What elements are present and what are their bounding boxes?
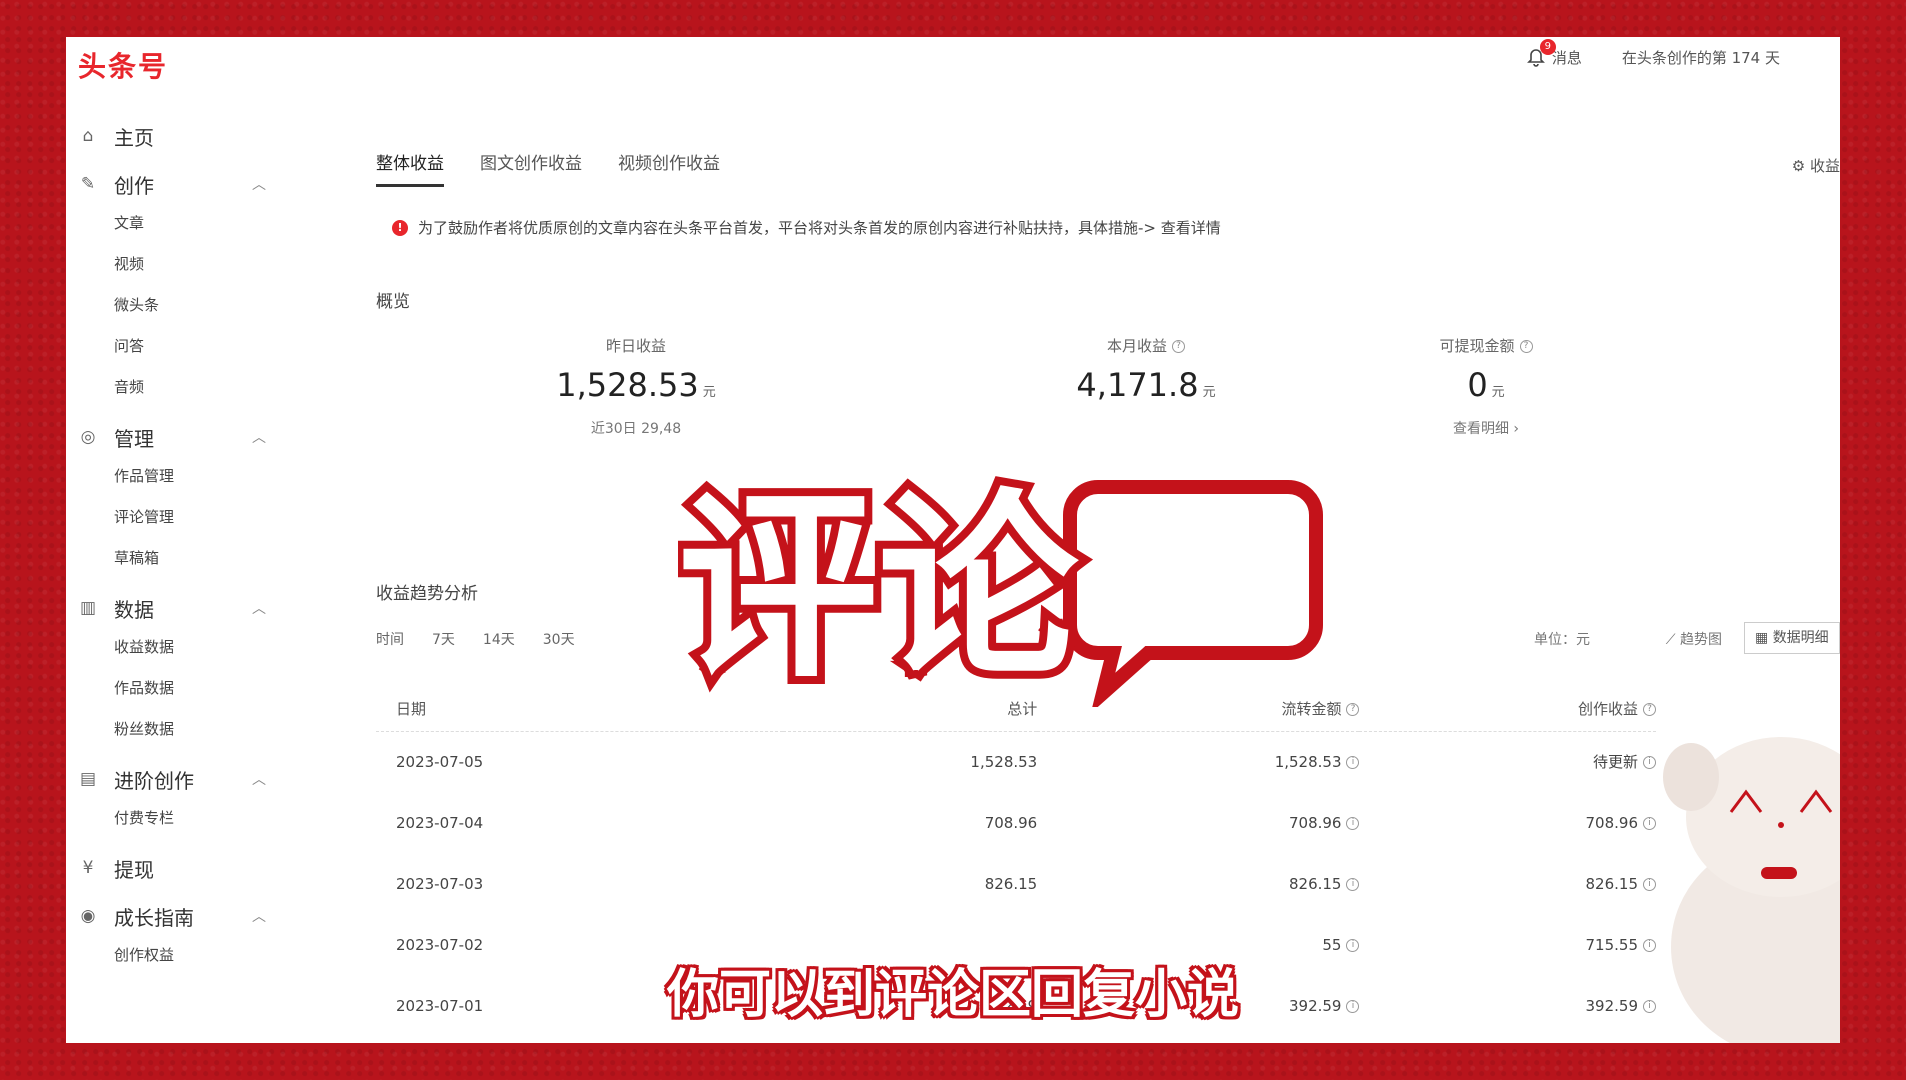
sidebar-item-drafts[interactable]: 草稿箱	[66, 538, 266, 579]
tab-article-income[interactable]: 图文创作收益	[480, 149, 582, 187]
sidebar-item-audio[interactable]: 音频	[66, 367, 266, 408]
table-row: 2023-07-03 826.15 826.15 i 826.15 i	[376, 853, 1656, 914]
manage-icon: ◎	[80, 427, 96, 447]
sidebar-item-article[interactable]: 文章	[66, 203, 266, 244]
chevron-up-icon: ︿	[252, 909, 266, 925]
home-icon: ⌂	[82, 126, 94, 146]
pen-icon: ✎	[80, 174, 96, 194]
col-creation: 创作收益?	[1359, 687, 1656, 732]
info-icon[interactable]: i	[1346, 877, 1360, 891]
unit-label: 单位：元	[1534, 632, 1590, 648]
info-icon[interactable]: i	[1643, 816, 1656, 830]
stat-yesterday: 昨日收益 1,528.53 元 近30日 29,48	[516, 335, 756, 438]
sidebar-item-create[interactable]: ✎ 创作 ︿	[66, 165, 266, 203]
filter-14d[interactable]: 14天	[483, 629, 515, 649]
message-badge: 9	[1539, 39, 1556, 55]
warning-icon: !	[392, 219, 408, 236]
help-icon[interactable]: ?	[1346, 703, 1360, 717]
sidebar-item-works-manage[interactable]: 作品管理	[66, 456, 266, 497]
view-details-link[interactable]: 查看明细 ›	[1366, 418, 1606, 438]
table-row: 2023-07-05 1,528.53 1,528.53 i 待更新 i	[376, 731, 1656, 792]
sidebar-item-withdraw[interactable]: ¥ 提现	[66, 849, 266, 887]
info-icon[interactable]: i	[1346, 816, 1360, 830]
filter-30d[interactable]: 30天	[543, 629, 575, 649]
notice-banner: ! 为了鼓励作者将优质原创的文章内容在头条平台首发，平台将对头条首发的原创内容进…	[392, 217, 1221, 238]
line-chart-icon: ⟋	[1665, 632, 1680, 648]
time-filters: 时间 7天 14天 30天	[376, 629, 575, 649]
sidebar-item-fans-data[interactable]: 粉丝数据	[66, 709, 266, 750]
screen-area: 头条号 9 消息 在头条创作的第 174 天 ⌂ 主页 ✎ 创作 ︿ 文章 视频 微头…	[66, 37, 1840, 1043]
sticker-text: 评论	[678, 472, 1079, 705]
video-subtitle: 你可以到评论区回复小说	[666, 965, 1239, 1025]
info-icon[interactable]: i	[1346, 755, 1360, 769]
filter-label: 时间	[376, 632, 404, 648]
top-bar: 9 消息 在头条创作的第 174 天	[1526, 39, 1780, 68]
messages-button[interactable]: 9 消息	[1526, 39, 1582, 68]
sidebar-item-weitoutiao[interactable]: 微头条	[66, 285, 266, 326]
filter-7d[interactable]: 7天	[432, 629, 455, 649]
income-tabs: 整体收益 图文创作收益 视频创作收益	[376, 149, 720, 187]
sidebar-item-income-data[interactable]: 收益数据	[66, 627, 266, 668]
messages-label: 消息	[1551, 49, 1582, 67]
stat-month: 本月收益? 4,171.8 元	[1076, 337, 1216, 404]
speech-bubble-icon	[1063, 480, 1323, 707]
app-logo: 头条号	[78, 50, 169, 83]
creation-days: 在头条创作的第 174 天	[1621, 49, 1780, 67]
tab-overall-income[interactable]: 整体收益	[376, 149, 444, 187]
sidebar-item-growth[interactable]: ◉ 成长指南 ︿	[66, 897, 266, 935]
coin-icon: ¥	[82, 858, 94, 878]
month-value: 4,171.8	[1076, 366, 1199, 404]
chevron-up-icon: ︿	[252, 772, 266, 788]
growth-icon: ◉	[80, 906, 96, 926]
sidebar-item-qa[interactable]: 问答	[66, 326, 266, 367]
trend-title: 收益趋势分析	[376, 584, 478, 604]
info-icon[interactable]: i	[1643, 877, 1656, 891]
sidebar: ⌂ 主页 ✎ 创作 ︿ 文章 视频 微头条 问答 音频 ◎ 管理 ︿ 作品管理 评论管理 …	[66, 117, 266, 986]
edit-doc-icon: ▤	[79, 769, 97, 789]
trend-chart-button[interactable]: ⟋ 趋势图	[1666, 629, 1722, 649]
sidebar-item-home[interactable]: ⌂ 主页	[66, 117, 266, 155]
income-settings-button[interactable]: ⚙ 收益	[1792, 155, 1840, 176]
sidebar-item-comments-manage[interactable]: 评论管理	[66, 497, 266, 538]
sidebar-item-manage[interactable]: ◎ 管理 ︿	[66, 418, 266, 456]
yesterday-value: 1,528.53	[556, 366, 699, 404]
sidebar-item-advanced[interactable]: ▤ 进阶创作 ︿	[66, 760, 266, 798]
table-icon: ▦	[1755, 630, 1773, 646]
stat-withdrawable: 可提现金额? 0元 查看明细 ›	[1366, 335, 1606, 438]
info-icon[interactable]: i	[1643, 756, 1656, 770]
help-icon[interactable]: ?	[1172, 340, 1185, 353]
sidebar-item-data[interactable]: ▥ 数据 ︿	[66, 589, 266, 627]
sidebar-item-video[interactable]: 视频	[66, 244, 266, 285]
notice-text[interactable]: 为了鼓励作者将优质原创的文章内容在头条平台首发，平台将对头条首发的原创内容进行补…	[418, 217, 1221, 238]
chevron-up-icon: ︿	[252, 601, 266, 617]
tab-video-income[interactable]: 视频创作收益	[618, 149, 720, 187]
chevron-up-icon: ︿	[252, 430, 266, 446]
withdrawable-value: 0	[1467, 366, 1488, 404]
sidebar-item-paid-column[interactable]: 付费专栏	[66, 798, 266, 839]
chevron-up-icon: ︿	[252, 177, 266, 193]
chart-icon: ▥	[79, 598, 97, 618]
help-icon[interactable]: ?	[1519, 340, 1533, 353]
sidebar-item-works-data[interactable]: 作品数据	[66, 668, 266, 709]
overview-title: 概览	[376, 292, 410, 312]
table-row: 2023-07-04 708.96 708.96 i 708.96 i	[376, 792, 1656, 853]
comment-sticker: 评论	[678, 464, 1323, 707]
info-icon[interactable]: i	[1346, 938, 1360, 952]
last-30-days: 近30日 29,48	[590, 421, 682, 437]
gear-icon: ⚙	[1791, 157, 1810, 175]
help-icon[interactable]: ?	[1643, 703, 1656, 717]
info-icon[interactable]: i	[1643, 938, 1656, 952]
data-detail-button[interactable]: ▦ 数据明细	[1744, 622, 1840, 654]
